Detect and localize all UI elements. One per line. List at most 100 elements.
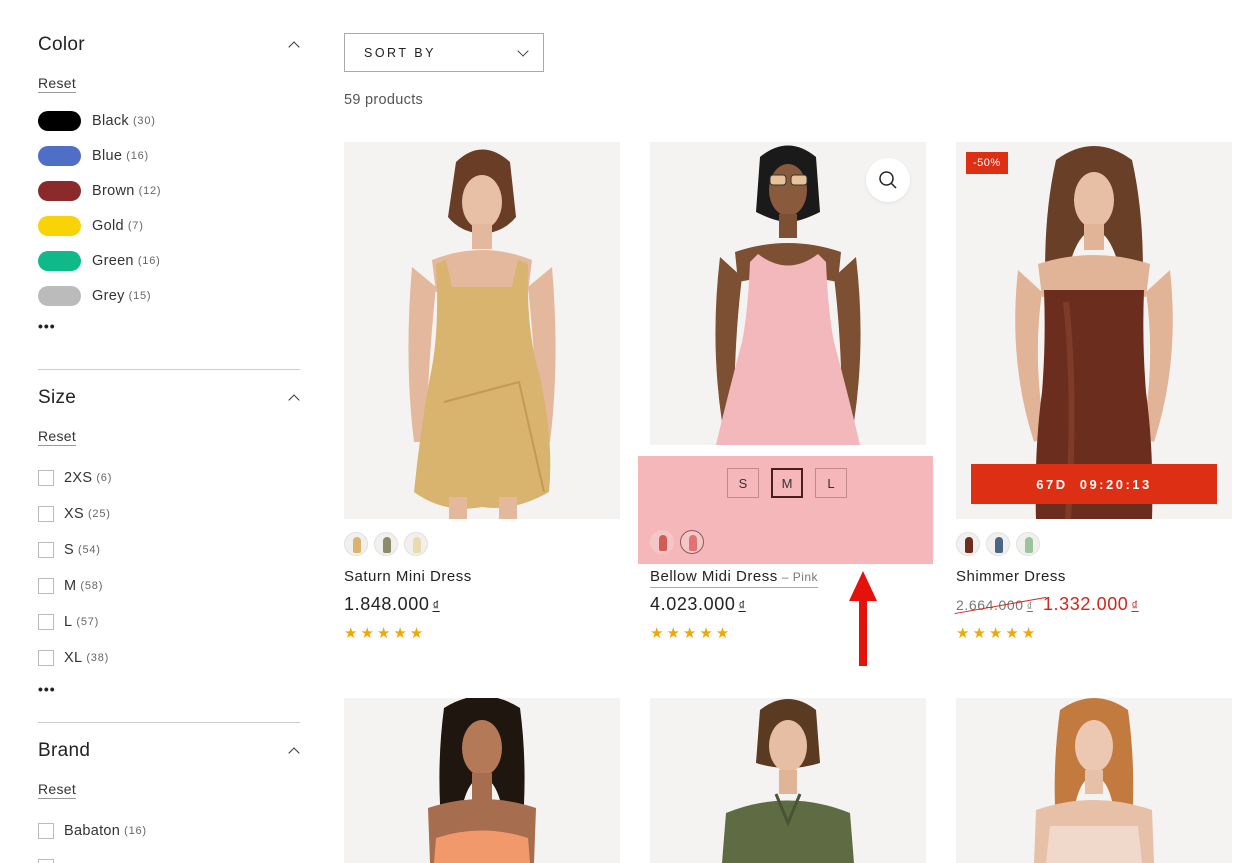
brand-option-count: (16) [124,825,147,837]
size-option-count: (57) [76,616,100,628]
product-name[interactable]: Saturn Mini Dress [344,568,472,585]
checkbox[interactable] [38,506,54,522]
size-option-l[interactable]: L (57) [38,604,300,640]
size-option-2xs[interactable]: 2XS (6) [38,460,300,496]
product-name[interactable]: Bellow Midi Dress – Pink [650,568,819,588]
size-option-s[interactable]: S (54) [38,532,300,568]
search-icon [879,171,897,189]
product-name-link[interactable]: Bellow Midi Dress – Pink [650,568,819,588]
quick-view-button[interactable] [866,158,910,202]
size-option-label: L [64,614,73,630]
variant-thumb[interactable] [344,532,368,556]
color-variant-thumbs [650,530,704,554]
original-price-value: 2.664.000 [956,597,1024,613]
product-price: 2.664.000 ₫ 1.332.000 ₫ [956,594,1139,615]
product-variant: – Pink [781,570,819,584]
product-name-text[interactable]: Saturn Mini Dress [344,568,472,585]
color-reset-link[interactable]: Reset [38,75,77,93]
color-option-count: (15) [128,289,152,302]
color-option-green[interactable]: Green (16) [38,243,300,278]
brand-option-babaton[interactable]: Babaton (16) [38,813,300,849]
color-option-grey[interactable]: Grey (15) [38,278,300,313]
color-swatch[interactable] [38,250,81,271]
product-image[interactable] [650,142,926,445]
variant-thumb[interactable] [956,532,980,556]
checkbox[interactable] [38,650,54,666]
product-image[interactable] [650,698,926,863]
color-option-label: Brown [92,182,135,199]
chevron-down-icon [517,47,529,59]
brand-facet: Brand Reset Babaton (16) [38,736,300,863]
variant-thumb[interactable] [680,530,704,554]
color-option-label: Green [92,252,134,269]
brand-reset-link[interactable]: Reset [38,781,77,799]
variant-thumb[interactable] [650,530,674,554]
color-swatch[interactable] [38,285,81,306]
chevron-up-icon[interactable] [288,392,300,404]
variant-thumb[interactable] [374,532,398,556]
divider [38,369,300,370]
currency-symbol: ₫ [1131,598,1139,613]
model-photo [428,698,536,863]
brand-facet-header[interactable]: Brand [38,736,300,766]
chevron-up-icon[interactable] [288,745,300,757]
divider [38,722,300,723]
color-option-label: Blue [92,147,123,164]
chevron-up-icon[interactable] [288,39,300,51]
checkbox[interactable] [38,859,54,863]
brand-option-next[interactable] [38,849,300,863]
size-facet-header[interactable]: Size [38,383,300,413]
discount-badge: -50% [966,152,1008,174]
checkbox[interactable] [38,470,54,486]
product-name[interactable]: Shimmer Dress [956,568,1066,585]
brand-facet-title: Brand [38,740,91,761]
sort-by-dropdown[interactable]: SORT BY [344,33,544,72]
price-value: 4.023.000 [650,594,736,614]
color-swatch[interactable] [38,145,81,166]
color-option-blue[interactable]: Blue (16) [38,138,300,173]
size-option-count: (58) [80,580,104,592]
product-name-text[interactable]: Bellow Midi Dress [650,568,778,585]
product-image[interactable] [344,698,620,863]
size-option-label: XS [64,506,84,522]
size-button-m[interactable]: M [771,468,803,498]
color-swatch[interactable] [38,110,81,131]
product-image[interactable] [956,698,1232,863]
variant-thumb[interactable] [404,532,428,556]
size-show-more[interactable]: ••• [38,682,300,696]
checkbox[interactable] [38,578,54,594]
color-swatch[interactable] [38,180,81,201]
color-swatch[interactable] [38,215,81,236]
product-name-text[interactable]: Shimmer Dress [956,568,1066,585]
product-price: 1.848.000 ₫ [344,594,440,615]
checkbox[interactable] [38,614,54,630]
size-option-label: S [64,542,74,558]
variant-thumb[interactable] [986,532,1010,556]
color-option-count: (7) [127,219,144,232]
color-option-label: Black [92,112,129,129]
color-show-more[interactable]: ••• [38,319,300,333]
product-image[interactable] [344,142,620,519]
color-facet: Color Reset Black (30) Blue (16) Brown (… [38,30,300,333]
size-option-xs[interactable]: XS (25) [38,496,300,532]
size-button-l[interactable]: L [815,468,847,498]
color-facet-title: Color [38,34,85,55]
variant-thumb[interactable] [1016,532,1040,556]
checkbox[interactable] [38,823,54,839]
size-option-m[interactable]: M (58) [38,568,300,604]
color-variant-thumbs [344,532,428,556]
color-option-brown[interactable]: Brown (12) [38,173,300,208]
sale-countdown: 67D 09:20:13 [971,464,1217,504]
size-option-count: (6) [96,472,113,484]
original-price: 2.664.000 ₫ [956,597,1033,613]
size-option-xl[interactable]: XL (38) [38,640,300,676]
color-option-black[interactable]: Black (30) [38,103,300,138]
star-rating: ★★★★★ [956,625,1039,642]
checkbox[interactable] [38,542,54,558]
product-image[interactable]: -50% 67D 09:20:13 [956,142,1232,519]
size-button-s[interactable]: S [727,468,759,498]
color-facet-header[interactable]: Color [38,30,300,60]
color-option-count: (16) [137,254,161,267]
size-reset-link[interactable]: Reset [38,428,77,446]
color-option-gold[interactable]: Gold (7) [38,208,300,243]
